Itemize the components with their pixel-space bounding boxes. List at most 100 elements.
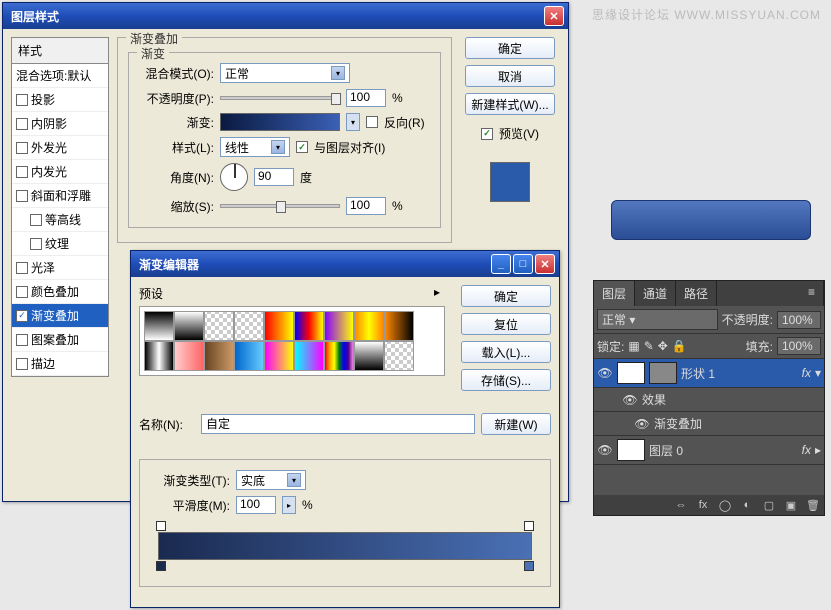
mask-icon[interactable]: ◯ — [717, 498, 733, 512]
style-item-inner-shadow[interactable]: 内阴影 — [12, 112, 108, 136]
link-icon[interactable]: ⇔ — [673, 498, 689, 512]
checkbox-icon[interactable] — [16, 286, 28, 298]
preset-swatch[interactable] — [144, 311, 174, 341]
save-button[interactable]: 存储(S)... — [461, 369, 551, 391]
type-select[interactable]: 实底▾ — [236, 470, 306, 490]
fx-badge[interactable]: fx — [802, 366, 811, 380]
preview-checkbox[interactable]: ✓ — [481, 128, 493, 140]
layer-mask-thumb[interactable] — [649, 362, 677, 384]
ok-button[interactable]: 确定 — [465, 37, 555, 59]
new-layer-icon[interactable]: ▣ — [783, 498, 799, 512]
tab-layers[interactable]: 图层 — [594, 281, 635, 306]
visibility-icon[interactable]: 👁 — [634, 417, 650, 431]
opacity-stop[interactable] — [524, 521, 534, 531]
blend-mode-select[interactable]: 正常▾ — [220, 63, 350, 83]
preset-swatch[interactable] — [264, 311, 294, 341]
preset-swatch[interactable] — [294, 311, 324, 341]
ok-button[interactable]: 确定 — [461, 285, 551, 307]
preset-swatch[interactable] — [204, 311, 234, 341]
chevron-down-icon[interactable]: ▾ — [346, 113, 360, 131]
presets-menu-icon[interactable]: ▸ — [429, 285, 445, 302]
preset-swatch[interactable] — [144, 341, 174, 371]
angle-input[interactable]: 90 — [254, 168, 294, 186]
visibility-icon[interactable]: 👁 — [597, 443, 613, 457]
new-button[interactable]: 新建(W) — [481, 413, 551, 435]
layer-thumb[interactable] — [617, 439, 645, 461]
checkbox-icon[interactable] — [16, 358, 28, 370]
fill-value[interactable]: 100% — [777, 337, 821, 355]
layer-style-titlebar[interactable]: 图层样式 ✕ — [3, 3, 568, 29]
close-icon[interactable]: ✕ — [544, 6, 564, 26]
checkbox-icon[interactable] — [16, 94, 28, 106]
preset-swatch[interactable] — [174, 311, 204, 341]
style-item-stroke[interactable]: 描边 — [12, 352, 108, 376]
style-select[interactable]: 线性▾ — [220, 137, 290, 157]
layer-effects-row[interactable]: 👁 效果 — [594, 388, 824, 412]
layer-thumb[interactable] — [617, 362, 645, 384]
fx-badge[interactable]: fx — [802, 443, 811, 457]
style-item-gradient-overlay[interactable]: ✓渐变叠加 — [12, 304, 108, 328]
style-item-color-overlay[interactable]: 颜色叠加 — [12, 280, 108, 304]
layer-effect-gradient[interactable]: 👁 渐变叠加 — [594, 412, 824, 436]
opacity-slider[interactable] — [220, 96, 340, 100]
maximize-icon[interactable]: □ — [513, 254, 533, 274]
lock-paint-icon[interactable]: ✎ — [644, 339, 654, 353]
layer-name[interactable]: 图层 0 — [649, 442, 683, 459]
tab-channels[interactable]: 通道 — [635, 281, 676, 306]
layer-row-layer0[interactable]: 👁 图层 0 fx ▸ — [594, 436, 824, 465]
style-item-inner-glow[interactable]: 内发光 — [12, 160, 108, 184]
checkbox-icon[interactable] — [30, 214, 42, 226]
fx-icon[interactable]: fx — [695, 498, 711, 512]
color-stop[interactable] — [524, 561, 534, 571]
panel-menu-icon[interactable]: ≡ — [800, 281, 824, 306]
style-item-bevel[interactable]: 斜面和浮雕 — [12, 184, 108, 208]
gradient-bar[interactable] — [158, 532, 532, 560]
style-item-satin[interactable]: 光泽 — [12, 256, 108, 280]
style-item-outer-glow[interactable]: 外发光 — [12, 136, 108, 160]
chevron-right-icon[interactable]: ▸ — [282, 496, 296, 514]
preset-swatch[interactable] — [264, 341, 294, 371]
checkbox-icon[interactable] — [16, 334, 28, 346]
preset-swatch[interactable] — [324, 311, 354, 341]
checkbox-icon[interactable] — [16, 262, 28, 274]
reverse-checkbox[interactable] — [366, 116, 378, 128]
preset-swatch[interactable] — [354, 311, 384, 341]
cancel-button[interactable]: 取消 — [465, 65, 555, 87]
opacity-value[interactable]: 100% — [777, 311, 821, 329]
checkbox-icon[interactable] — [16, 118, 28, 130]
checkbox-icon[interactable] — [30, 238, 42, 250]
name-input[interactable]: 自定 — [201, 414, 475, 434]
layer-name[interactable]: 形状 1 — [681, 365, 715, 382]
minimize-icon[interactable]: _ — [491, 254, 511, 274]
visibility-icon[interactable]: 👁 — [597, 366, 613, 380]
lock-transparency-icon[interactable]: ▦ — [628, 339, 639, 353]
style-item-pattern-overlay[interactable]: 图案叠加 — [12, 328, 108, 352]
checkbox-icon[interactable] — [16, 190, 28, 202]
style-item-drop-shadow[interactable]: 投影 — [12, 88, 108, 112]
preset-swatch[interactable] — [324, 341, 354, 371]
angle-dial[interactable] — [220, 163, 248, 191]
blend-mode-select[interactable]: 正常 ▾ — [597, 309, 718, 330]
smooth-input[interactable]: 100 — [236, 496, 276, 514]
blend-options-item[interactable]: 混合选项:默认 — [12, 64, 108, 88]
preset-swatch[interactable] — [294, 341, 324, 371]
load-button[interactable]: 载入(L)... — [461, 341, 551, 363]
chevron-down-icon[interactable]: ▾ — [815, 366, 821, 380]
gradient-swatch[interactable] — [220, 113, 340, 131]
style-item-contour[interactable]: 等高线 — [12, 208, 108, 232]
checkbox-icon[interactable] — [16, 142, 28, 154]
preset-swatch[interactable] — [384, 311, 414, 341]
lock-position-icon[interactable]: ✥ — [658, 339, 668, 353]
layer-row-shape1[interactable]: 👁 形状 1 fx ▾ — [594, 359, 824, 388]
opacity-input[interactable]: 100 — [346, 89, 386, 107]
preset-swatch[interactable] — [354, 341, 384, 371]
lock-all-icon[interactable]: 🔒 — [672, 339, 687, 353]
scale-input[interactable]: 100 — [346, 197, 386, 215]
visibility-icon[interactable]: 👁 — [622, 393, 638, 407]
reset-button[interactable]: 复位 — [461, 313, 551, 335]
opacity-stop[interactable] — [156, 521, 166, 531]
close-icon[interactable]: ✕ — [535, 254, 555, 274]
align-checkbox[interactable]: ✓ — [296, 141, 308, 153]
trash-icon[interactable]: 🗑 — [805, 498, 821, 512]
color-stop[interactable] — [156, 561, 166, 571]
